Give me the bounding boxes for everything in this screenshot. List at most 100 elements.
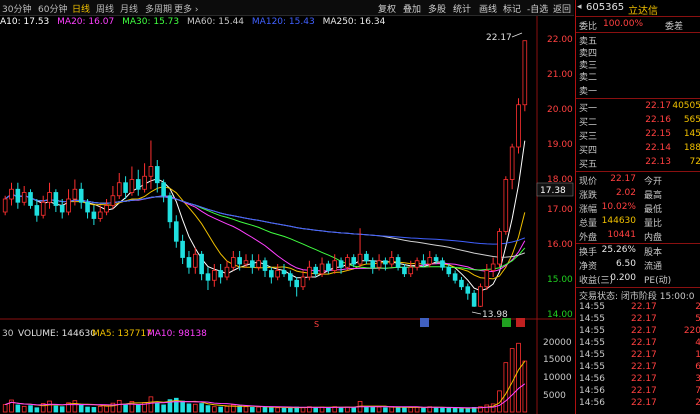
event-marker-icon[interactable]: S xyxy=(314,320,319,329)
candle[interactable] xyxy=(446,266,452,275)
candle[interactable] xyxy=(173,221,179,242)
candle[interactable] xyxy=(28,192,33,206)
volume-bar[interactable] xyxy=(237,405,242,413)
candle[interactable] xyxy=(326,263,331,271)
candle[interactable] xyxy=(186,257,192,268)
volume-bar[interactable] xyxy=(180,400,185,413)
candle[interactable] xyxy=(21,192,27,203)
candle[interactable] xyxy=(484,270,490,288)
candle[interactable] xyxy=(199,253,204,275)
volume-bar[interactable] xyxy=(211,406,217,413)
volume-bar[interactable] xyxy=(288,407,293,413)
candle[interactable] xyxy=(459,279,464,288)
candle[interactable] xyxy=(364,253,369,262)
volume-bar[interactable] xyxy=(91,407,97,413)
volume-bar[interactable] xyxy=(503,362,509,413)
candle[interactable] xyxy=(351,257,357,265)
volume-bar[interactable] xyxy=(53,405,59,413)
volume-bar[interactable] xyxy=(421,407,426,413)
candle[interactable] xyxy=(313,266,318,275)
candle[interactable] xyxy=(275,270,280,278)
candle[interactable] xyxy=(135,179,141,190)
volume-bar[interactable] xyxy=(2,404,8,413)
candle[interactable] xyxy=(110,195,116,206)
candle[interactable] xyxy=(376,260,382,268)
candle[interactable] xyxy=(389,257,395,265)
candle[interactable] xyxy=(97,211,103,219)
candle[interactable] xyxy=(205,273,211,281)
volume-bar[interactable] xyxy=(522,360,528,413)
volume-bar[interactable] xyxy=(161,404,166,413)
candle[interactable] xyxy=(256,260,261,268)
candle[interactable] xyxy=(15,188,21,203)
candle[interactable] xyxy=(47,192,52,203)
candle[interactable] xyxy=(509,146,515,180)
collapse-icon[interactable]: ◂ xyxy=(577,2,582,12)
candle[interactable] xyxy=(408,266,414,275)
kline-chart[interactable]: 22.00 21.00 20.00 19.00 18.00 17.00 16.0… xyxy=(0,0,575,414)
candle[interactable] xyxy=(288,273,293,281)
candle[interactable] xyxy=(218,270,223,278)
candle[interactable] xyxy=(78,188,84,203)
candle[interactable] xyxy=(307,266,312,278)
volume-bar[interactable] xyxy=(338,407,344,413)
volume-bar[interactable] xyxy=(21,405,27,413)
volume-bar[interactable] xyxy=(408,407,414,413)
candle[interactable] xyxy=(72,188,78,200)
volume-bar[interactable] xyxy=(281,407,287,413)
candle[interactable] xyxy=(34,205,40,216)
volume-bar[interactable] xyxy=(256,406,261,413)
volume-bar[interactable] xyxy=(154,402,160,413)
candle[interactable] xyxy=(433,257,439,262)
candle[interactable] xyxy=(421,260,426,265)
volume-bar[interactable] xyxy=(250,407,255,413)
candle[interactable] xyxy=(440,260,445,268)
volume-bar[interactable] xyxy=(313,407,318,413)
candle[interactable] xyxy=(129,179,135,193)
volume-bar[interactable] xyxy=(351,407,357,413)
volume-bar[interactable] xyxy=(364,406,369,413)
volume-bar[interactable] xyxy=(192,403,198,413)
candle[interactable] xyxy=(123,182,128,193)
volume-bar[interactable] xyxy=(345,406,350,413)
candle[interactable] xyxy=(465,286,471,294)
candle[interactable] xyxy=(161,182,166,197)
volume-bar[interactable] xyxy=(199,403,204,413)
event-marker-icon[interactable] xyxy=(516,318,525,327)
volume-bar[interactable] xyxy=(433,407,439,413)
volume-bar[interactable] xyxy=(135,404,141,413)
volume-bar[interactable] xyxy=(243,406,249,413)
candle[interactable] xyxy=(490,263,496,271)
candle[interactable] xyxy=(516,104,521,148)
candle[interactable] xyxy=(237,257,242,265)
event-marker-icon[interactable] xyxy=(420,318,429,327)
candle[interactable] xyxy=(452,273,458,281)
volume-bar[interactable] xyxy=(516,342,521,413)
candle[interactable] xyxy=(338,260,344,268)
volume-bar[interactable] xyxy=(148,396,154,413)
volume-bar[interactable] xyxy=(326,407,331,413)
candle[interactable] xyxy=(471,292,477,307)
volume-bar[interactable] xyxy=(383,407,388,413)
volume-bar[interactable] xyxy=(370,407,376,413)
candle[interactable] xyxy=(503,179,509,232)
candle[interactable] xyxy=(332,260,338,271)
candle[interactable] xyxy=(414,260,420,268)
candle[interactable] xyxy=(53,192,59,206)
candle[interactable] xyxy=(154,166,160,184)
candle[interactable] xyxy=(116,182,122,197)
volume-bar[interactable] xyxy=(78,403,84,413)
volume-bar[interactable] xyxy=(484,404,490,413)
candle[interactable] xyxy=(497,231,502,265)
candle[interactable] xyxy=(300,276,306,288)
volume-bar[interactable] xyxy=(459,408,464,413)
volume-bar[interactable] xyxy=(72,400,78,413)
volume-bar[interactable] xyxy=(123,404,128,413)
volume-bar[interactable] xyxy=(85,406,90,413)
candle[interactable] xyxy=(211,270,217,281)
volume-bar[interactable] xyxy=(205,405,211,413)
candle[interactable] xyxy=(66,198,71,213)
candle[interactable] xyxy=(281,270,287,275)
candle[interactable] xyxy=(148,166,154,177)
volume-bar[interactable] xyxy=(116,399,122,413)
